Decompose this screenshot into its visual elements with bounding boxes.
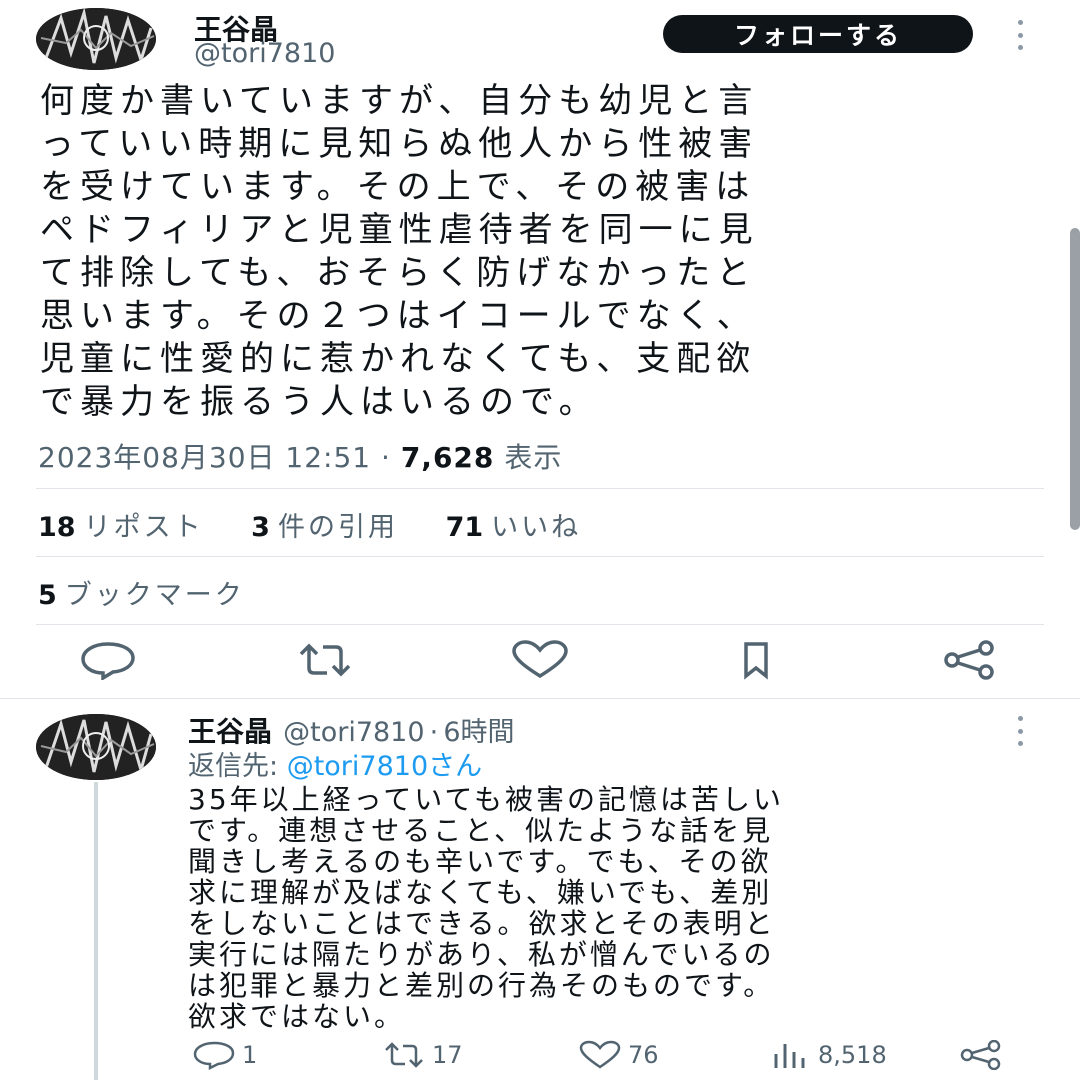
reply-to: 返信先: @tori7810さん: [188, 744, 482, 783]
reply-reply-button[interactable]: 1: [192, 1040, 257, 1070]
tweet-text: 何度か書いていますが、自分も幼児と言 っていい時期に見知らぬ他人から性被害 を受…: [40, 81, 759, 422]
meta-separator: ·: [381, 441, 391, 474]
reply-like-button[interactable]: 76: [578, 1040, 659, 1070]
reply-reply-count: 1: [242, 1041, 258, 1069]
like-icon: [579, 1040, 621, 1069]
avatar[interactable]: [36, 714, 156, 780]
views-label: 表示: [504, 441, 563, 474]
repost-icon[interactable]: [295, 640, 355, 680]
follow-button[interactable]: フォローする: [663, 15, 973, 53]
reply-icon[interactable]: [78, 640, 138, 680]
scrollbar[interactable]: [1070, 228, 1080, 530]
views-icon: [774, 1044, 805, 1068]
reply-share-button[interactable]: [958, 1040, 1004, 1070]
reply-views-button[interactable]: 8,518: [772, 1040, 887, 1070]
avatar[interactable]: [36, 8, 156, 70]
divider: [36, 488, 1044, 489]
quotes-stat[interactable]: 3 件の引用: [251, 512, 398, 543]
author-handle[interactable]: @tori7810: [194, 38, 335, 69]
bookmark-icon[interactable]: [726, 640, 786, 680]
reply-views-count: 8,518: [818, 1041, 887, 1069]
more-options-icon[interactable]: [1010, 716, 1030, 746]
reposts-stat[interactable]: 18 リポスト: [38, 512, 204, 543]
repost-icon: [385, 1042, 423, 1068]
thread-line: [94, 782, 98, 1080]
reply-text: 35年以上経っていても被害の記憶は苦しい です。連想させること、似たような話を見…: [188, 783, 784, 1033]
bookmarks-stat[interactable]: 5 ブックマーク: [38, 573, 245, 612]
divider: [36, 624, 1044, 625]
share-icon[interactable]: [940, 640, 1000, 680]
reposts-label: リポスト: [83, 512, 204, 543]
tweet-meta: 2023年08月30日 12:51 · 7,628 表示: [38, 436, 562, 476]
reply-like-count: 76: [628, 1041, 659, 1069]
reply-to-label: 返信先:: [188, 751, 279, 782]
reply-icon: [193, 1041, 235, 1070]
reply-repost-count: 17: [432, 1041, 463, 1069]
like-icon[interactable]: [510, 640, 570, 680]
quotes-count: 3: [251, 512, 270, 543]
divider: [0, 698, 1080, 699]
likes-label: いいね: [491, 512, 582, 543]
share-icon: [960, 1040, 1001, 1070]
engagement-stats: 18 リポスト 3 件の引用 71 いいね: [38, 505, 617, 544]
quotes-label: 件の引用: [277, 512, 398, 543]
likes-stat[interactable]: 71 いいね: [446, 512, 582, 543]
more-options-icon[interactable]: [1010, 20, 1030, 50]
bookmarks-label: ブックマーク: [64, 580, 245, 611]
reply-repost-button[interactable]: 17: [382, 1040, 463, 1070]
timestamp[interactable]: 2023年08月30日 12:51: [38, 441, 371, 474]
divider: [36, 556, 1044, 557]
reply-to-mention[interactable]: @tori7810さん: [287, 751, 482, 782]
bookmarks-count: 5: [38, 580, 57, 611]
views-count: 7,628: [400, 441, 495, 474]
likes-count: 71: [445, 512, 484, 543]
reposts-count: 18: [38, 512, 76, 543]
